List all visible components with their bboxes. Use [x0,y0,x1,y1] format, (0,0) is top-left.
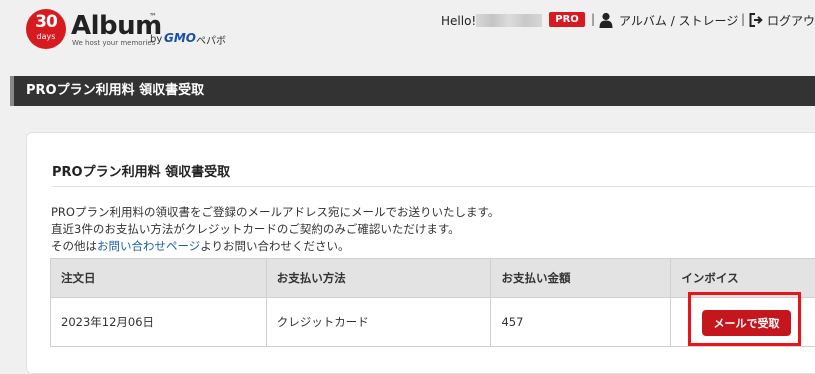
payment-method-cell: クレジットカード [266,298,491,347]
description-line-3-suffix: よりお問い合わせください。 [200,239,349,253]
description-line-3: その他はお問い合わせページよりお問い合わせください。 [51,239,350,253]
logo-tagline: We host your memories [72,39,155,47]
logo-tm: ™ [149,12,157,21]
receive-by-email-button[interactable]: メールで受取 [702,310,791,336]
description-line-1: PROプラン利用料の領収書をご登録のメールアドレス宛にメールでお送りいたします。 [51,205,499,219]
logo[interactable]: 30 days Album ™ by GMO ペパボ We host your … [26,9,246,51]
column-header-order-date: 注文日 [51,259,267,298]
logo-pepabo: ペパボ [196,32,226,47]
description-line-2: 直近3件のお支払い方法がクレジットカードのご契約のみご確認いただけます。 [51,222,460,236]
nav-separator: | [591,12,595,26]
divider [52,186,815,187]
nav-separator: | [741,12,745,26]
order-date-cell: 2023年12月06日 [51,298,267,347]
panel-title: PROプラン利用料 領収書受取 [52,161,230,180]
amount-cell: 457 [491,298,671,347]
logo-badge-sub: days [26,32,66,41]
logout-icon[interactable] [749,12,763,28]
hello-text: Hello! [441,13,476,29]
user-icon[interactable] [599,12,613,28]
page-title-bar: PROプラン利用料 領収書受取 [10,76,815,106]
album-storage-link[interactable]: アルバム / ストレージ [619,13,738,29]
column-header-amount: お支払い金額 [491,259,671,298]
page-title: PROプラン利用料 領収書受取 [26,83,204,99]
logout-link[interactable]: ログアウ [767,13,815,29]
column-header-payment-method: お支払い方法 [266,259,491,298]
contact-page-link[interactable]: お問い合わせページ [97,239,200,253]
pro-badge: PRO [549,12,585,27]
site-header: 30 days Album ™ by GMO ペパボ We host your … [0,0,815,76]
logo-badge-number: 30 [26,13,66,31]
logo-badge: 30 days [26,9,66,49]
username-redacted [476,14,542,27]
description-line-3-prefix: その他は [51,239,97,253]
logo-gmo: GMO [164,31,196,45]
